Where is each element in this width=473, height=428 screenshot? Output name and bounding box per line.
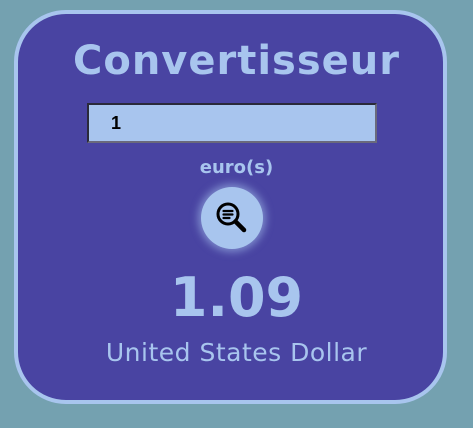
conversion-result-value: 1.09 — [169, 266, 304, 329]
search-icon — [216, 202, 247, 233]
source-currency-label: euro(s) — [199, 157, 274, 178]
page-title: Convertisseur — [72, 38, 401, 84]
convert-button[interactable] — [201, 187, 263, 249]
amount-input[interactable] — [87, 103, 377, 143]
target-currency-name: United States Dollar — [105, 338, 368, 367]
